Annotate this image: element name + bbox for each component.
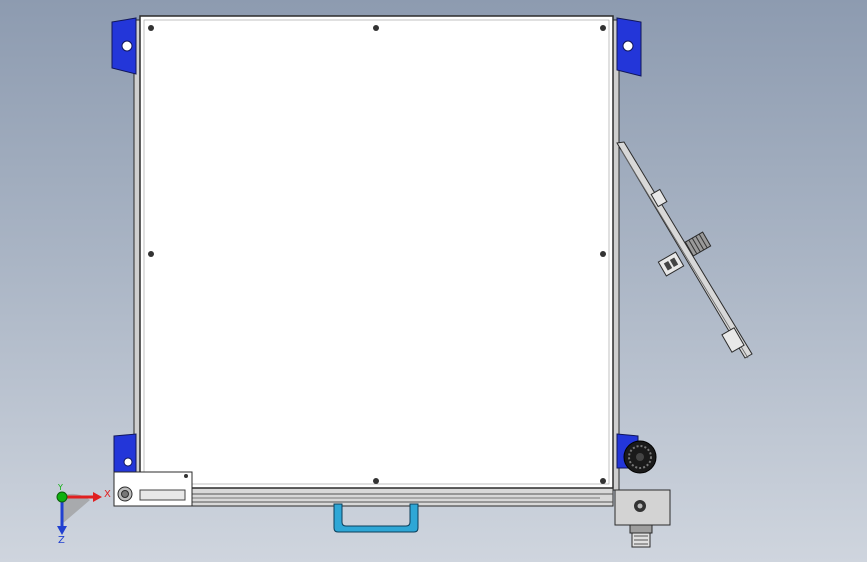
screw-icon	[600, 25, 606, 31]
z-axis-label: Z	[58, 535, 65, 546]
screw-icon	[600, 478, 606, 484]
screw-icon	[373, 25, 379, 31]
angled-sensor-arm[interactable]	[616, 141, 753, 359]
corner-bracket-top-left	[111, 17, 137, 75]
x-axis-label: X	[104, 489, 111, 500]
screw-icon	[600, 251, 606, 257]
corner-bracket-bottom-left	[113, 433, 137, 473]
y-axis-arrow	[56, 491, 68, 503]
screw-icon	[148, 25, 154, 31]
corner-bracket-top-right	[616, 17, 642, 77]
mounting-plate-bottom-left	[113, 471, 193, 507]
right-frame-rail	[612, 19, 620, 491]
y-axis-label: Y	[58, 483, 63, 492]
main-panel[interactable]	[139, 15, 614, 489]
carry-handle[interactable]	[333, 503, 419, 533]
screw-icon	[148, 251, 154, 257]
cooling-fan	[623, 440, 657, 474]
cad-model-drawing[interactable]	[0, 0, 867, 562]
screw-icon	[373, 478, 379, 484]
cad-viewport[interactable]: X Y Z	[0, 0, 867, 562]
coordinate-triad	[56, 491, 102, 535]
connector-box	[614, 489, 671, 548]
left-frame-rail	[133, 19, 141, 491]
